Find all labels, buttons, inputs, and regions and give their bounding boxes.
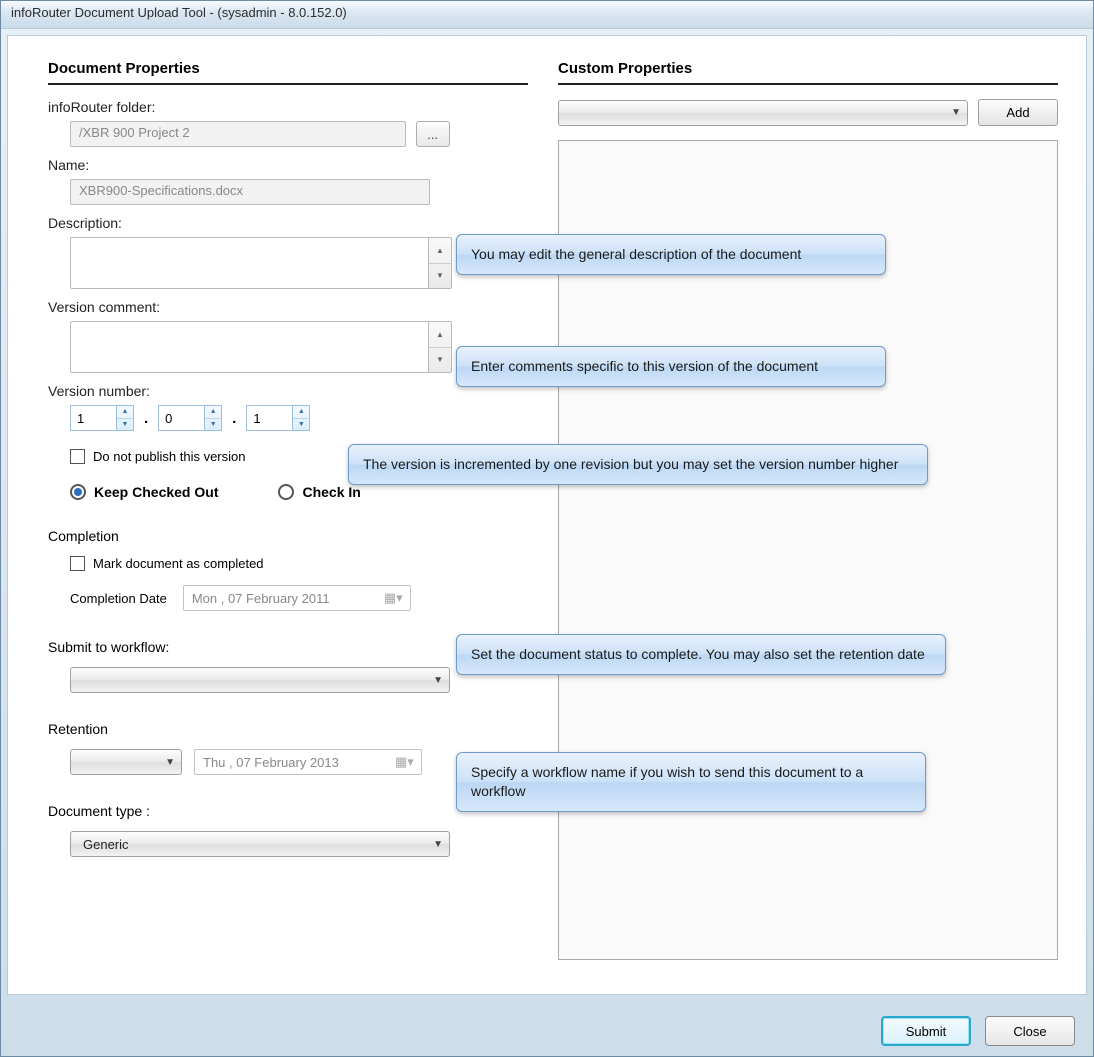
retention-label: Retention: [48, 721, 528, 737]
name-label: Name:: [48, 157, 528, 173]
step-down-icon[interactable]: ▼: [293, 419, 309, 431]
close-button[interactable]: Close: [985, 1016, 1075, 1046]
browse-folder-button[interactable]: ...: [416, 121, 450, 147]
scroll-down-icon[interactable]: ▼: [429, 348, 451, 373]
step-down-icon[interactable]: ▼: [205, 419, 221, 431]
completion-header: Completion: [48, 528, 528, 544]
retention-type-combo[interactable]: ▼: [70, 749, 182, 775]
callout-workflow: Specify a workflow name if you wish to s…: [456, 752, 926, 812]
keep-checked-out-label: Keep Checked Out: [94, 484, 218, 500]
workflow-combo[interactable]: ▼: [70, 667, 450, 693]
keep-checked-out-radio[interactable]: [70, 484, 86, 500]
description-label: Description:: [48, 215, 528, 231]
callout-completion: Set the document status to complete. You…: [456, 634, 946, 675]
chevron-down-icon: ▼: [951, 107, 961, 118]
window-title: infoRouter Document Upload Tool - (sysad…: [11, 5, 347, 20]
completion-date-picker[interactable]: Mon , 07 February 2011 ▦▾: [183, 585, 411, 611]
submit-button[interactable]: Submit: [881, 1016, 971, 1046]
description-textarea[interactable]: [70, 237, 428, 289]
completion-date-label: Completion Date: [70, 591, 167, 606]
version-number-row: ▲ ▼ . ▲ ▼ .: [48, 405, 528, 431]
document-properties-panel: Document Properties infoRouter folder: /…: [48, 60, 528, 966]
chevron-down-icon: ▼: [165, 757, 175, 768]
callout-version-number: The version is incremented by one revisi…: [348, 444, 928, 485]
titlebar: infoRouter Document Upload Tool - (sysad…: [1, 1, 1093, 29]
ellipsis-icon: ...: [427, 127, 438, 142]
description-scroll[interactable]: ▲ ▼: [428, 237, 452, 289]
do-not-publish-label: Do not publish this version: [93, 449, 245, 464]
step-up-icon[interactable]: ▲: [205, 406, 221, 419]
app-window: infoRouter Document Upload Tool - (sysad…: [0, 0, 1094, 1057]
version-separator: .: [144, 410, 148, 427]
retention-date-value: Thu , 07 February 2013: [203, 755, 339, 770]
custom-properties-panel: Custom Properties ▼ Add: [558, 60, 1058, 966]
add-button[interactable]: Add: [978, 99, 1058, 126]
calendar-icon: ▦▾: [395, 754, 413, 770]
check-in-label: Check In: [302, 484, 360, 500]
scroll-down-icon[interactable]: ▼: [429, 264, 451, 289]
version-major-stepper[interactable]: ▲ ▼: [116, 405, 134, 431]
retention-date-picker[interactable]: Thu , 07 February 2013 ▦▾: [194, 749, 422, 775]
folder-path-display: /XBR 900 Project 2: [70, 121, 406, 147]
check-in-radio[interactable]: [278, 484, 294, 500]
chevron-down-icon: ▼: [433, 675, 443, 686]
version-rev-stepper[interactable]: ▲ ▼: [292, 405, 310, 431]
version-comment-label: Version comment:: [48, 299, 528, 315]
step-down-icon[interactable]: ▼: [117, 419, 133, 431]
content-panel: Document Properties infoRouter folder: /…: [7, 35, 1087, 995]
do-not-publish-checkbox[interactable]: [70, 449, 85, 464]
custom-property-combo[interactable]: ▼: [558, 100, 968, 126]
callout-version-comment: Enter comments specific to this version …: [456, 346, 886, 387]
bottom-bar: Submit Close: [881, 1016, 1075, 1046]
version-major-input[interactable]: [70, 405, 116, 431]
mark-completed-label: Mark document as completed: [93, 556, 264, 571]
completion-date-value: Mon , 07 February 2011: [192, 591, 330, 606]
step-up-icon[interactable]: ▲: [117, 406, 133, 419]
document-properties-header: Document Properties: [48, 60, 528, 85]
scroll-up-icon[interactable]: ▲: [429, 322, 451, 348]
version-number-label: Version number:: [48, 383, 528, 399]
custom-properties-header: Custom Properties: [558, 60, 1058, 85]
chevron-down-icon: ▼: [433, 839, 443, 850]
version-minor-stepper[interactable]: ▲ ▼: [204, 405, 222, 431]
callout-description: You may edit the general description of …: [456, 234, 886, 275]
folder-label: infoRouter folder:: [48, 99, 528, 115]
version-minor-input[interactable]: [158, 405, 204, 431]
version-separator: .: [232, 410, 236, 427]
calendar-icon: ▦▾: [384, 590, 402, 606]
version-rev-input[interactable]: [246, 405, 292, 431]
name-display: XBR900-Specifications.docx: [70, 179, 430, 205]
scroll-up-icon[interactable]: ▲: [429, 238, 451, 264]
doctype-combo[interactable]: Generic ▼: [70, 831, 450, 857]
doctype-value: Generic: [77, 837, 433, 852]
version-comment-textarea[interactable]: [70, 321, 428, 373]
version-comment-scroll[interactable]: ▲ ▼: [428, 321, 452, 373]
mark-completed-checkbox[interactable]: [70, 556, 85, 571]
step-up-icon[interactable]: ▲: [293, 406, 309, 419]
